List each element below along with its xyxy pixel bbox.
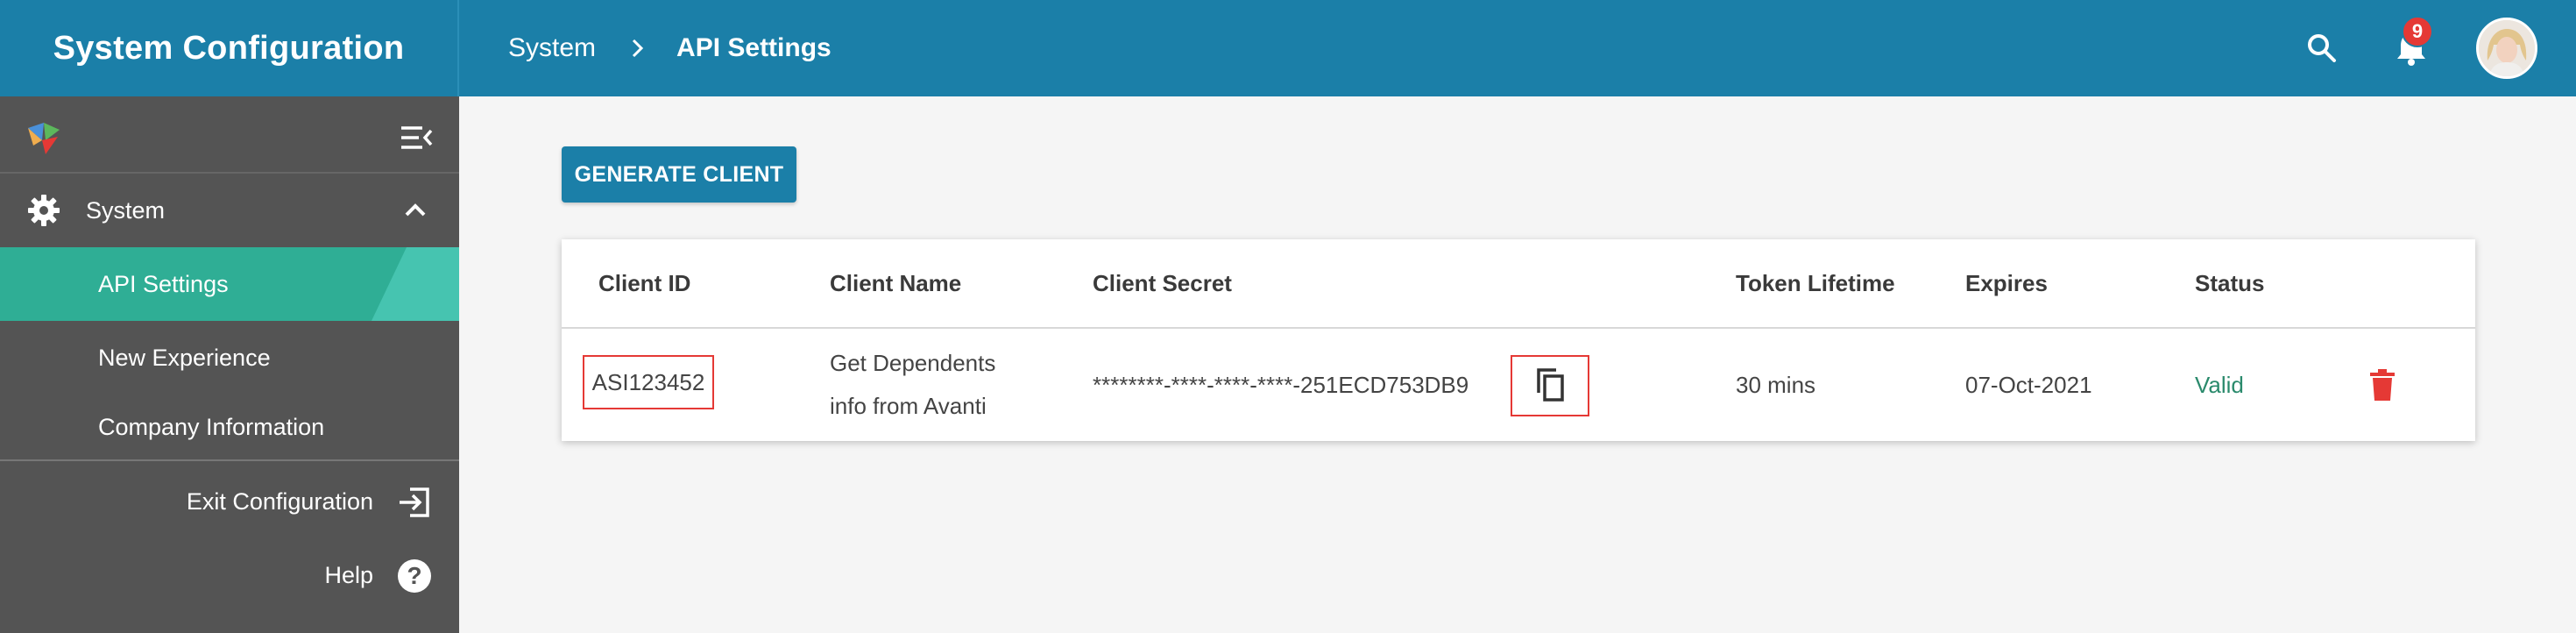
client-name-line2: info from Avanti — [830, 393, 987, 419]
copy-secret-button[interactable] — [1511, 355, 1589, 416]
sidebar-item-system[interactable]: System — [0, 174, 459, 247]
exit-icon — [398, 486, 431, 519]
breadcrumb: System API Settings — [508, 0, 832, 96]
sidebar-item-label: New Experience — [98, 344, 271, 371]
sidebar-item-label: Company Information — [98, 413, 325, 440]
sidebar-item-api-settings[interactable]: API Settings — [0, 247, 459, 321]
help-icon: ? — [398, 559, 431, 593]
top-header: System Configuration System API Settings… — [0, 0, 2576, 96]
delete-icon[interactable] — [2368, 369, 2396, 401]
sidebar-section-label: System — [86, 196, 166, 224]
column-header-client-secret: Client Secret — [1093, 269, 1232, 296]
app-title: System Configuration — [0, 0, 459, 96]
client-id-cell: ASI123452 — [583, 355, 714, 409]
column-header-expires: Expires — [1965, 269, 2048, 296]
chevron-up-icon[interactable] — [400, 196, 431, 224]
avatar[interactable] — [2476, 18, 2537, 79]
sidebar-item-label: API Settings — [98, 270, 229, 297]
sidebar-top — [0, 96, 459, 174]
generate-client-button[interactable]: GENERATE CLIENT — [562, 146, 796, 203]
notification-badge: 9 — [2402, 16, 2433, 47]
column-header-client-id: Client ID — [598, 269, 691, 296]
column-header-token-lifetime: Token Lifetime — [1736, 269, 1895, 296]
column-header-client-name: Client Name — [830, 269, 962, 296]
help-label: Help — [324, 561, 373, 588]
exit-configuration-button[interactable]: Exit Configuration — [0, 465, 459, 538]
breadcrumb-system[interactable]: System — [508, 33, 596, 63]
client-secret-cell: ********-****-****-****-251ECD753DB9 — [1093, 371, 1469, 398]
gear-icon — [26, 193, 61, 228]
column-header-status: Status — [2195, 269, 2265, 296]
collapse-menu-icon[interactable] — [400, 123, 435, 153]
search-icon[interactable] — [2300, 26, 2344, 70]
bell-icon[interactable]: 9 — [2389, 16, 2433, 70]
client-name-line1: Get Dependents — [830, 350, 996, 376]
status-badge: Valid — [2195, 371, 2244, 398]
sidebar-item-new-experience[interactable]: New Experience — [0, 321, 459, 395]
sidebar-item-company-information[interactable]: Company Information — [0, 395, 459, 461]
help-button[interactable]: Help ? — [0, 538, 459, 612]
breadcrumb-api-settings: API Settings — [676, 33, 832, 62]
expires-cell: 07-Oct-2021 — [1965, 371, 2092, 398]
logo-icon — [25, 119, 63, 158]
exit-configuration-label: Exit Configuration — [186, 487, 373, 515]
token-lifetime-cell: 30 mins — [1736, 371, 1816, 398]
copy-icon — [1533, 365, 1567, 408]
sidebar: System API Settings New Experience Compa… — [0, 96, 459, 633]
active-stripe — [372, 247, 459, 321]
chevron-right-icon — [631, 38, 645, 59]
client-name-cell: Get Dependents info from Avanti — [830, 329, 995, 441]
api-clients-table: Client ID Client Name Client Secret Toke… — [562, 239, 2475, 441]
